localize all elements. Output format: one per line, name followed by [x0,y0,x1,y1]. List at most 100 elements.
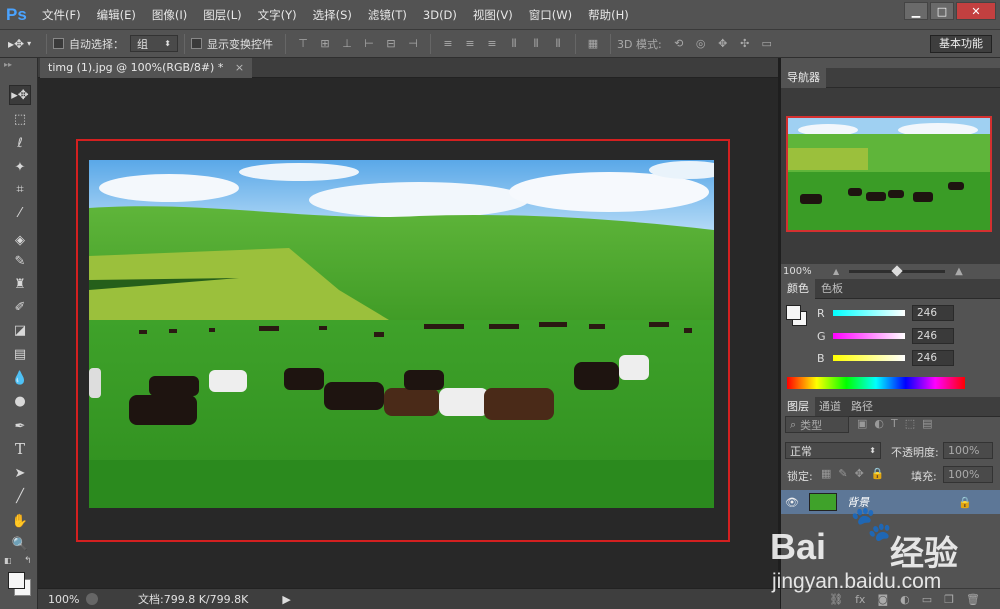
auto-align-icon[interactable]: ▦ [586,37,600,51]
menu-file[interactable]: 文件(F) [34,0,89,30]
fill-field[interactable]: 100% [943,466,993,483]
layer-kind-filter[interactable]: ⌕ 类型 [785,416,849,433]
menu-image[interactable]: 图像(I) [144,0,195,30]
fill-value: 100% [948,468,980,481]
maximize-button[interactable]: □ [930,2,954,20]
zoom-tool-icon[interactable]: 🔍 [9,534,31,554]
tab-swatches[interactable]: 色板 [815,279,849,299]
brush-tool-icon[interactable]: ✎ [9,251,31,271]
red-value-field[interactable]: 246 [912,305,954,321]
fg-swatch[interactable] [786,305,801,320]
green-slider[interactable] [833,333,905,339]
blue-value-field[interactable]: 246 [912,350,954,366]
eraser-tool-icon[interactable]: ◪ [9,320,31,340]
status-menu-arrow-icon[interactable]: ▶ [282,593,290,606]
menu-view[interactable]: 视图(V) [465,0,521,30]
foreground-color-swatch[interactable] [8,572,25,589]
auto-select-checkbox[interactable] [53,38,64,49]
distribute-vcenter-icon[interactable]: ≡ [463,37,477,51]
default-colors-icon[interactable]: ◧ [4,556,12,565]
tab-color[interactable]: 颜色 [781,279,815,299]
align-top-icon[interactable]: ⊤ [296,37,310,51]
blue-slider[interactable] [833,355,905,361]
eyedropper-tool-icon[interactable]: ⁄ [9,203,31,223]
auto-select-dropdown[interactable]: 组 ⬍ [130,35,178,52]
menu-select[interactable]: 选择(S) [305,0,360,30]
distribute-top-icon[interactable]: ≡ [441,37,455,51]
tab-channels[interactable]: 通道 [813,397,847,417]
status-info-icon[interactable] [86,593,98,605]
show-transform-checkbox[interactable] [191,38,202,49]
lasso-tool-icon[interactable]: ℓ [9,133,31,153]
healing-brush-tool-icon[interactable]: ◈ [9,230,31,250]
align-vcenter-icon[interactable]: ⊞ [318,37,332,51]
opacity-field[interactable]: 100% [943,442,993,459]
zoom-slider-thumb[interactable] [891,264,903,277]
dodge-tool-icon[interactable]: ● [9,391,31,411]
marquee-tool-icon[interactable]: ⬚ [9,109,31,129]
watermark-brand-cn: 经验 [890,534,958,574]
navigator-zoom-value[interactable]: 100% [783,266,833,277]
menu-window[interactable]: 窗口(W) [521,0,580,30]
tab-layers[interactable]: 图层 [781,397,815,417]
navigator-thumbnail[interactable] [786,116,992,232]
hand-tool-icon[interactable]: ✋ [9,511,31,531]
green-value-field[interactable]: 246 [912,328,954,344]
line-tool-icon[interactable]: ╱ [9,486,31,506]
align-right-icon[interactable]: ⊣ [406,37,420,51]
3d-roll-icon[interactable]: ◎ [694,37,708,51]
path-selection-tool-icon[interactable]: ➤ [9,463,31,483]
red-channel-label: R [817,306,825,320]
menu-help[interactable]: 帮助(H) [580,0,637,30]
align-left-icon[interactable]: ⊢ [362,37,376,51]
menu-3d[interactable]: 3D(D) [415,0,465,30]
tab-paths[interactable]: 路径 [845,397,879,417]
gradient-tool-icon[interactable]: ▤ [9,344,31,364]
minimize-button[interactable]: ▁ [904,2,928,20]
type-tool-icon[interactable]: T [9,439,31,459]
lock-icons[interactable]: ▦✎✥🔒 [821,467,892,480]
move-tool-icon[interactable]: ▸✥ [9,85,31,105]
zoom-in-icon[interactable]: ▲ [955,266,963,277]
zoom-level[interactable]: 100% [48,593,86,606]
document-tab[interactable]: timg (1).jpg @ 100%(RGB/8#) * × [40,58,253,78]
align-hcenter-icon[interactable]: ⊟ [384,37,398,51]
align-bottom-icon[interactable]: ⊥ [340,37,354,51]
3d-rotate-icon[interactable]: ⟲ [672,37,686,51]
history-brush-tool-icon[interactable]: ✐ [9,297,31,317]
crop-tool-icon[interactable]: ⌗ [9,179,31,199]
watermark-url: jingyan.baidu.com [772,570,942,593]
menu-type[interactable]: 文字(Y) [250,0,305,30]
color-picker-swatches[interactable] [786,305,808,327]
swap-colors-icon[interactable]: ↰ [24,556,32,566]
distribute-hcenter-icon[interactable]: ⦀ [529,37,543,51]
collapse-toolbox-icon[interactable]: ▸▸ [4,60,12,69]
document-image[interactable] [89,160,714,508]
3d-scale-icon[interactable]: ▭ [760,37,774,51]
auto-select-value: 组 [137,37,148,51]
blur-tool-icon[interactable]: 💧 [9,368,31,388]
workspace-switcher-button[interactable]: 基本功能 [930,35,992,53]
close-window-button[interactable]: ✕ [956,2,996,20]
menu-layer[interactable]: 图层(L) [195,0,249,30]
magic-wand-tool-icon[interactable]: ✦ [9,157,31,177]
distribute-left-icon[interactable]: ⦀ [507,37,521,51]
red-slider[interactable] [833,310,905,316]
tool-preset-picker[interactable]: ▸✥ ▾ [8,37,40,51]
menu-filter[interactable]: 滤镜(T) [360,0,415,30]
blend-mode-dropdown[interactable]: 正常 ⬍ [785,442,881,459]
tab-navigator[interactable]: 导航器 [781,68,826,88]
distribute-right-icon[interactable]: ⦀ [551,37,565,51]
close-tab-icon[interactable]: × [235,61,244,74]
clone-stamp-tool-icon[interactable]: ♜ [9,274,31,294]
3d-pan-icon[interactable]: ✥ [716,37,730,51]
navigator-zoom-slider[interactable] [849,264,946,277]
zoom-out-icon[interactable]: ▲ [833,267,839,276]
dropdown-arrow-icon: ⬍ [164,39,171,48]
color-spectrum-bar[interactable] [787,377,965,389]
pen-tool-icon[interactable]: ✒ [9,416,31,436]
menu-edit[interactable]: 编辑(E) [89,0,144,30]
layer-filter-icons[interactable]: ▣◐T⬚▤ [857,417,940,430]
distribute-bottom-icon[interactable]: ≡ [485,37,499,51]
3d-slide-icon[interactable]: ✣ [738,37,752,51]
